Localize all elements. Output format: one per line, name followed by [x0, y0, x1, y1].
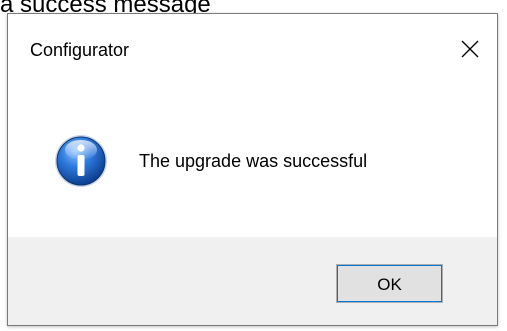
dialog-title: Configurator	[30, 40, 130, 60]
dialog-footer: OK	[8, 237, 497, 325]
info-icon	[53, 133, 109, 189]
close-icon	[461, 40, 479, 58]
close-button[interactable]	[453, 32, 487, 66]
dialog-content: The upgrade was successful	[8, 86, 497, 237]
message-text: The upgrade was successful	[139, 151, 368, 171]
ok-button[interactable]: OK	[336, 264, 443, 303]
message-dialog: Configurator The upgrade was successful …	[7, 13, 498, 326]
page: a success message Configurator The upgra…	[0, 0, 507, 331]
dialog-titlebar[interactable]: Configurator	[8, 14, 497, 86]
